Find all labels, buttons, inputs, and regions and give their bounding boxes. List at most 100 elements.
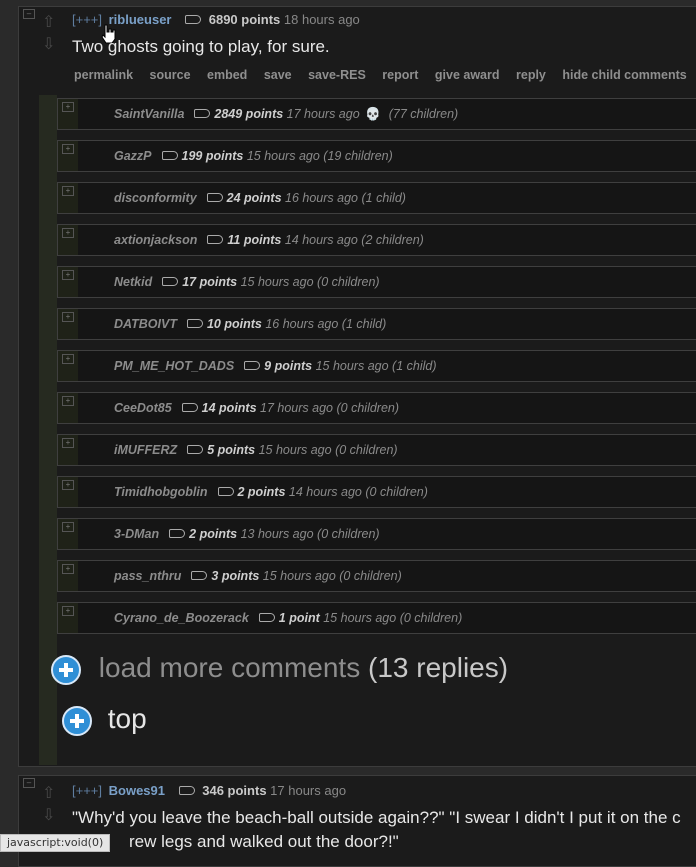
author-link[interactable]: DATBOIVT bbox=[114, 317, 177, 331]
top-label[interactable]: top bbox=[108, 703, 147, 734]
user-tag-icon[interactable] bbox=[178, 786, 195, 796]
score: 1 point bbox=[278, 611, 320, 625]
author-link[interactable]: disconformity bbox=[114, 191, 197, 205]
expand-toggle[interactable]: + bbox=[62, 144, 74, 154]
child-tagline: 3-DMan 2 points 13 hours ago (0 children) bbox=[114, 527, 380, 541]
user-tag-icon[interactable] bbox=[206, 193, 223, 203]
child-comment-collapsed[interactable]: + CeeDot85 14 points 17 hours ago (0 child… bbox=[57, 392, 696, 424]
expand-link[interactable]: [+++] bbox=[72, 12, 102, 27]
expand-toggle[interactable]: + bbox=[62, 228, 74, 238]
upvote-arrow-icon[interactable]: ⇧ bbox=[42, 786, 62, 802]
expand-toggle[interactable]: + bbox=[62, 606, 74, 616]
child-tagline: disconformity 24 points 16 hours ago (1 c… bbox=[114, 191, 406, 205]
score: 24 points bbox=[226, 191, 282, 205]
collapse-toggle[interactable]: – bbox=[23, 778, 35, 788]
children-count: (0 children) bbox=[336, 401, 400, 415]
user-tag-icon[interactable] bbox=[217, 487, 234, 497]
child-comment-collapsed[interactable]: + iMUFFERZ 5 points 15 hours ago (0 childr… bbox=[57, 434, 696, 466]
downvote-arrow-icon[interactable]: ⇩ bbox=[42, 37, 62, 53]
score: 6890 points bbox=[208, 12, 281, 27]
expand-toggle[interactable]: + bbox=[62, 396, 74, 406]
report-button[interactable]: report bbox=[382, 68, 418, 82]
load-more-comments[interactable]: load more comments (13 replies) bbox=[51, 652, 508, 685]
score: 2 points bbox=[237, 485, 286, 499]
user-tag-icon[interactable] bbox=[258, 613, 275, 623]
plus-circle-icon[interactable] bbox=[51, 654, 81, 685]
user-tag-icon[interactable] bbox=[169, 529, 186, 539]
children-count: (1 child) bbox=[361, 191, 406, 205]
give-award-button[interactable]: give award bbox=[435, 68, 500, 82]
timestamp: 16 hours ago bbox=[265, 317, 339, 331]
author-link[interactable]: iMUFFERZ bbox=[114, 443, 177, 457]
expand-link[interactable]: [+++] bbox=[72, 783, 102, 798]
browser-status-bar: javascript:void(0) bbox=[0, 834, 111, 852]
expand-toggle[interactable]: + bbox=[62, 438, 74, 448]
save-button[interactable]: save bbox=[264, 68, 292, 82]
source-button[interactable]: source bbox=[150, 68, 191, 82]
child-comment-collapsed[interactable]: +3-DMan 2 points 13 hours ago (0 children… bbox=[57, 518, 696, 550]
child-comment-collapsed[interactable]: + disconformity 24 points 16 hours ago (1 … bbox=[57, 182, 696, 214]
permalink-button[interactable]: permalink bbox=[74, 68, 133, 82]
award-skull-icon: 💀 bbox=[365, 107, 381, 121]
timestamp: 15 hours ago bbox=[262, 569, 336, 583]
author-link[interactable]: PM_ME_HOT_DADS bbox=[114, 359, 234, 373]
expand-toggle[interactable]: + bbox=[62, 312, 74, 322]
child-comment-collapsed[interactable]: + SaintVanilla 2849 points 17 hours ago 💀 (… bbox=[57, 98, 696, 130]
child-tagline: DATBOIVT 10 points 16 hours ago (1 child) bbox=[114, 317, 386, 331]
child-comment-collapsed[interactable]: + axtionjackson 11 points 14 hours ago (2 … bbox=[57, 224, 696, 256]
expand-toggle[interactable]: + bbox=[62, 186, 74, 196]
user-tag-icon[interactable] bbox=[244, 361, 261, 371]
user-tag-icon[interactable] bbox=[186, 319, 203, 329]
child-comment-collapsed[interactable]: + PM_ME_HOT_DADS 9 points 15 hours ago (1 … bbox=[57, 350, 696, 382]
user-tag-icon[interactable] bbox=[162, 277, 179, 287]
expand-toggle[interactable]: + bbox=[62, 270, 74, 280]
user-tag-icon[interactable] bbox=[185, 15, 202, 25]
save-res-button[interactable]: save-RES bbox=[308, 68, 366, 82]
child-comment-collapsed[interactable]: + pass_nthru 3 points 15 hours ago (0 chil… bbox=[57, 560, 696, 592]
user-tag-icon[interactable] bbox=[194, 109, 211, 119]
user-tag-icon[interactable] bbox=[181, 403, 198, 413]
author-link[interactable]: axtionjackson bbox=[114, 233, 197, 247]
collapse-toggle[interactable]: – bbox=[23, 9, 35, 19]
comment-actions: permalink source embed save save-RES rep… bbox=[74, 68, 696, 82]
child-comment-collapsed[interactable]: + Netkid 17 points 15 hours ago (0 childre… bbox=[57, 266, 696, 298]
author-link[interactable]: 3-DMan bbox=[114, 527, 159, 541]
user-tag-icon[interactable] bbox=[191, 571, 208, 581]
top-link[interactable]: top bbox=[62, 703, 147, 736]
author-link[interactable]: Cyrano_de_Boozerack bbox=[114, 611, 249, 625]
author-link[interactable]: Bowes91 bbox=[109, 783, 165, 798]
plus-circle-icon[interactable] bbox=[62, 705, 92, 736]
child-comment-collapsed[interactable]: + Cyrano_de_Boozerack 1 point 15 hours ago… bbox=[57, 602, 696, 634]
expand-toggle[interactable]: + bbox=[62, 102, 74, 112]
author-link[interactable]: GazzP bbox=[114, 149, 152, 163]
children-count: (77 children) bbox=[388, 107, 459, 121]
score: 14 points bbox=[201, 401, 257, 415]
hide-child-comments-button[interactable]: hide child comments bbox=[562, 68, 686, 82]
user-tag-icon[interactable] bbox=[187, 445, 204, 455]
expand-toggle[interactable]: + bbox=[62, 564, 74, 574]
child-tagline: iMUFFERZ 5 points 15 hours ago (0 childre… bbox=[114, 443, 398, 457]
child-comment-collapsed[interactable]: + Timidhobgoblin 2 points 14 hours ago (0 … bbox=[57, 476, 696, 508]
user-tag-icon[interactable] bbox=[207, 235, 224, 245]
expand-toggle[interactable]: + bbox=[62, 354, 74, 364]
upvote-arrow-icon[interactable]: ⇧ bbox=[42, 15, 62, 31]
expand-toggle[interactable]: + bbox=[62, 522, 74, 532]
user-tag-icon[interactable] bbox=[161, 151, 178, 161]
load-more-label[interactable]: load more comments bbox=[99, 652, 360, 683]
timestamp: 17 hours ago bbox=[286, 107, 360, 121]
comment-body: Two ghosts going to play, for sure. bbox=[72, 37, 330, 56]
reply-button[interactable]: reply bbox=[516, 68, 546, 82]
child-comment-collapsed[interactable]: + GazzP 199 points 15 hours ago (19 childr… bbox=[57, 140, 696, 172]
author-link[interactable]: Timidhobgoblin bbox=[114, 485, 208, 499]
expand-toggle[interactable]: + bbox=[62, 480, 74, 490]
children-count: (0 children) bbox=[317, 275, 380, 289]
author-link[interactable]: pass_nthru bbox=[114, 569, 181, 583]
timestamp: 17 hours ago bbox=[270, 783, 347, 798]
downvote-arrow-icon[interactable]: ⇩ bbox=[42, 808, 62, 824]
child-tagline: CeeDot85 14 points 17 hours ago (0 childr… bbox=[114, 401, 399, 415]
embed-button[interactable]: embed bbox=[207, 68, 247, 82]
author-link[interactable]: CeeDot85 bbox=[114, 401, 172, 415]
author-link[interactable]: Netkid bbox=[114, 275, 152, 289]
author-link[interactable]: SaintVanilla bbox=[114, 107, 184, 121]
child-comment-collapsed[interactable]: + DATBOIVT 10 points 16 hours ago (1 child… bbox=[57, 308, 696, 340]
